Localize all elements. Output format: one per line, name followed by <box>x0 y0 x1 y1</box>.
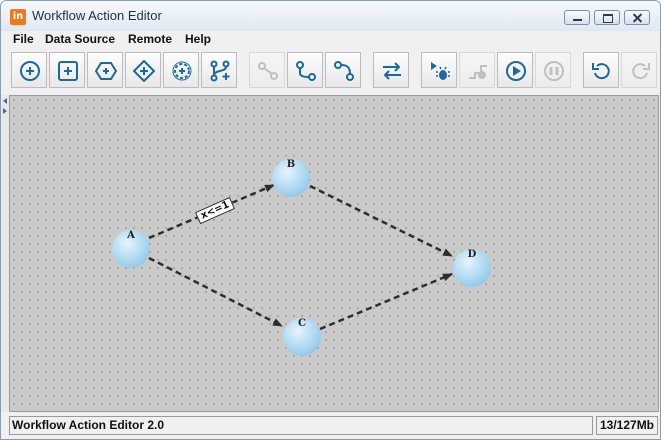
swap-button[interactable] <box>373 52 409 88</box>
panel-splitter[interactable] <box>1 95 9 412</box>
play-button[interactable] <box>497 52 533 88</box>
redo-button[interactable] <box>621 52 657 88</box>
undo-icon <box>592 63 610 80</box>
add-circle-node-button[interactable] <box>11 52 47 88</box>
node-label: C <box>298 318 306 329</box>
connect-left-icon <box>334 61 354 81</box>
link-icon <box>258 62 278 80</box>
add-fork-node-button[interactable] <box>201 52 237 88</box>
edge-c-d[interactable] <box>319 272 453 331</box>
close-button[interactable] <box>624 10 650 25</box>
edges-layer <box>148 183 453 331</box>
circle-plus-icon <box>20 61 40 81</box>
title-bar[interactable]: in Workflow Action Editor <box>1 1 660 32</box>
step-button[interactable] <box>459 52 495 88</box>
play-icon <box>506 61 526 81</box>
node-c[interactable]: C <box>283 318 321 356</box>
gear-plus-icon <box>172 61 192 81</box>
diamond-plus-icon <box>133 60 155 82</box>
memory-usage[interactable]: 13/127Mb <box>596 416 658 435</box>
minimize-button[interactable] <box>564 10 590 25</box>
node-d[interactable]: D <box>453 249 491 287</box>
toolbar <box>1 49 660 93</box>
node-a[interactable]: A <box>112 230 150 268</box>
workflow-canvas-frame: x<=1 A B C D <box>9 95 659 412</box>
undo-button[interactable] <box>583 52 619 88</box>
window-title: Workflow Action Editor <box>32 8 162 23</box>
step-icon <box>469 65 487 79</box>
connect-left-button[interactable] <box>325 52 361 88</box>
node-label: A <box>127 230 135 241</box>
connect-right-icon <box>296 61 316 81</box>
app-logo-icon: in <box>10 9 26 25</box>
menu-help[interactable]: Help <box>185 32 211 46</box>
node-b[interactable]: B <box>272 159 310 197</box>
edge-b-d[interactable] <box>309 184 453 258</box>
edge-a-c[interactable] <box>148 256 283 328</box>
add-gear-node-button[interactable] <box>163 52 199 88</box>
fork-plus-icon <box>210 60 230 82</box>
menu-file[interactable]: File <box>13 32 34 46</box>
connect-right-button[interactable] <box>287 52 323 88</box>
node-label: B <box>286 159 296 170</box>
hexagon-plus-icon <box>95 62 117 80</box>
menu-data-source[interactable]: Data Source <box>45 32 115 46</box>
debug-bug-icon <box>431 62 450 80</box>
maximize-button[interactable] <box>594 10 620 25</box>
debug-button[interactable] <box>421 52 457 88</box>
node-label: D <box>467 249 477 260</box>
menu-bar: File Data Source Remote Help <box>1 31 660 49</box>
add-square-node-button[interactable] <box>49 52 85 88</box>
connect-button[interactable] <box>249 52 285 88</box>
status-bar: Workflow Action Editor 2.0 13/127Mb <box>9 414 660 438</box>
app-window: in Workflow Action Editor File Data Sour… <box>0 0 661 440</box>
redo-icon <box>632 63 650 80</box>
add-hexagon-node-button[interactable] <box>87 52 123 88</box>
menu-remote[interactable]: Remote <box>128 32 172 46</box>
workflow-canvas[interactable]: x<=1 A B C D <box>10 96 658 411</box>
pause-button[interactable] <box>535 52 571 88</box>
pause-icon <box>544 61 564 81</box>
add-diamond-node-button[interactable] <box>125 52 161 88</box>
swap-arrows-icon <box>383 62 401 80</box>
status-text: Workflow Action Editor 2.0 <box>9 416 593 435</box>
square-plus-icon <box>58 61 78 81</box>
